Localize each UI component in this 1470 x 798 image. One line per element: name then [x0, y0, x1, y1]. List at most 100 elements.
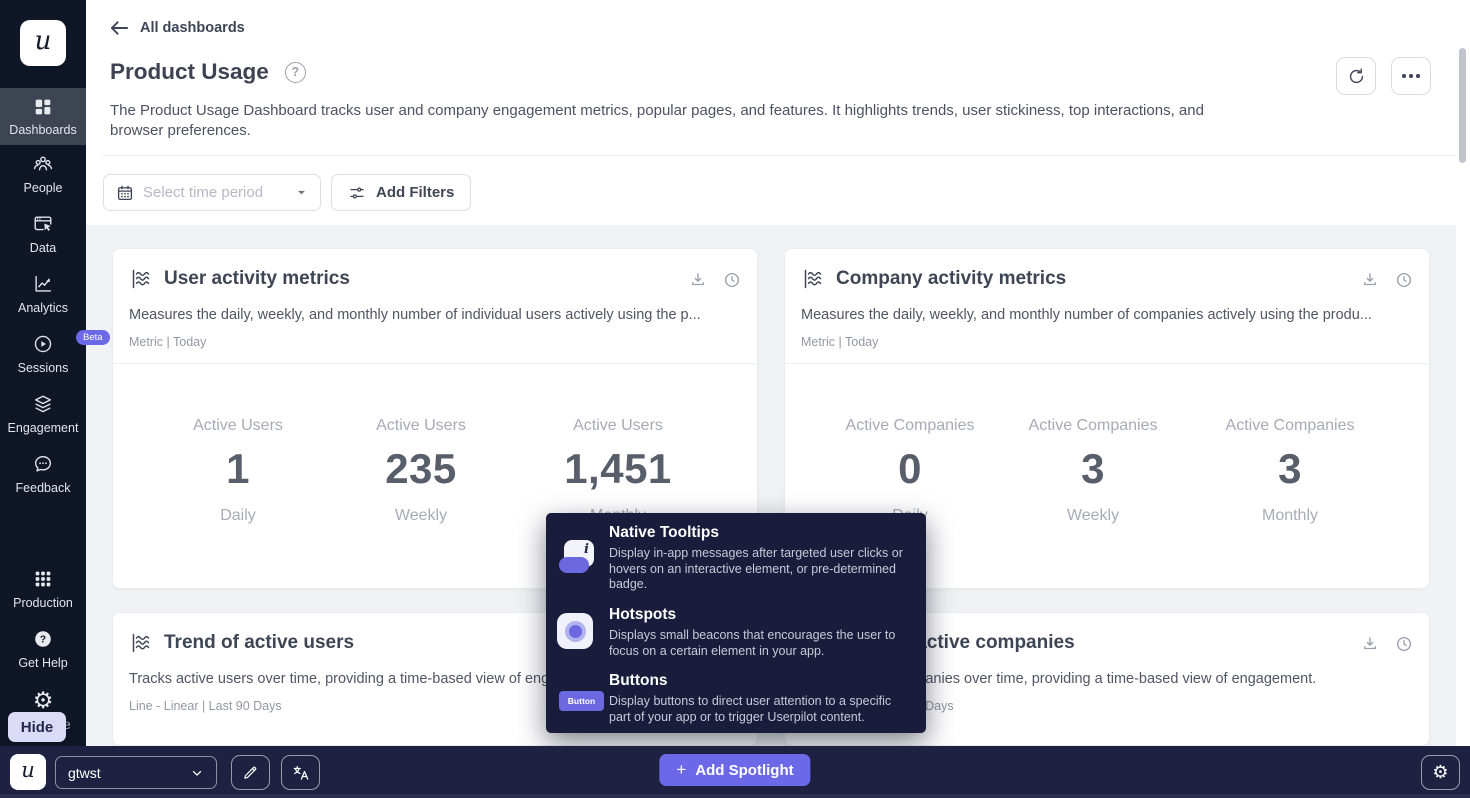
menu-item-title: Hotspots [609, 606, 914, 624]
clock-icon[interactable] [1395, 271, 1413, 289]
people-icon [32, 153, 54, 175]
add-filters-label: Add Filters [376, 184, 454, 201]
sidebar-item-production[interactable]: Production [0, 568, 86, 610]
back-link-label: All dashboards [140, 20, 245, 36]
card-title: Trend of active users [164, 632, 354, 654]
metric-value: 3 [993, 445, 1193, 493]
menu-item-hotspots[interactable]: Hotspots Displays small beacons that enc… [609, 606, 914, 659]
metric-waves-icon [801, 267, 825, 291]
metric-monthly-active-companies: Active Companies 3 Monthly [1190, 417, 1390, 525]
download-icon[interactable] [689, 271, 707, 289]
metric-label: Active Companies [810, 417, 1010, 435]
metric-waves-icon [129, 267, 153, 291]
sidebar-item-data[interactable]: Data [0, 213, 86, 255]
card-description: Measures the daily, weekly, and monthly … [801, 307, 1413, 323]
add-spotlight-button[interactable]: + Add Spotlight [659, 754, 810, 786]
userpilot-logo-small[interactable]: u [10, 754, 46, 790]
sidebar-item-label: Engagement [8, 421, 79, 435]
metric-daily-active-companies: Active Companies 0 Daily [810, 417, 1010, 525]
layers-icon [32, 393, 54, 415]
calendar-icon [116, 184, 134, 202]
refresh-button[interactable] [1336, 57, 1376, 95]
clock-icon[interactable] [1395, 635, 1413, 653]
metric-monthly-active-users: Active Users 1,451 Monthly [518, 417, 718, 525]
sidebar-item-label: Analytics [18, 301, 68, 315]
sidebar-item-label: Get Help [18, 656, 67, 670]
ellipsis-icon [1402, 74, 1420, 78]
metric-daily-active-users: Active Users 1 Daily [138, 417, 338, 525]
gear-icon: ⚙ [33, 690, 54, 712]
builder-settings-button[interactable]: ⚙ [1421, 755, 1460, 790]
menu-item-description: Displays small beacons that encourages t… [609, 628, 914, 659]
metric-label: Active Users [518, 417, 718, 435]
card-title: Company activity metrics [836, 268, 1066, 290]
sidebar-item-analytics[interactable]: Analytics [0, 273, 86, 315]
sidebar-item-sessions[interactable]: Beta Sessions [0, 333, 86, 375]
apps-grid-icon [32, 568, 54, 590]
menu-item-buttons[interactable]: Buttons Display buttons to direct user a… [609, 672, 914, 725]
back-to-all-dashboards[interactable]: All dashboards [110, 20, 245, 36]
hotspot-icon [557, 613, 593, 649]
sidebar-item-label: People [24, 181, 63, 195]
dashboard-grid-icon [32, 96, 54, 118]
sidebar-item-get-help[interactable]: ? Get Help [0, 628, 86, 670]
native-tooltip-icon: i [559, 540, 597, 576]
add-filters-button[interactable]: Add Filters [331, 174, 471, 211]
userpilot-logo[interactable]: u [20, 20, 66, 66]
clock-icon[interactable] [723, 271, 741, 289]
download-icon[interactable] [1361, 635, 1379, 653]
flow-select-value: gtwst [68, 765, 101, 781]
metric-period: Daily [138, 507, 338, 525]
sidebar-item-people[interactable]: People [0, 153, 86, 195]
download-icon[interactable] [1361, 271, 1379, 289]
analytics-chart-icon [32, 273, 54, 295]
sidebar-item-engagement[interactable]: Engagement [0, 393, 86, 435]
time-period-select[interactable]: Select time period [103, 174, 321, 211]
metric-label: Active Companies [1190, 417, 1390, 435]
more-options-button[interactable] [1391, 57, 1431, 95]
translate-button[interactable] [281, 755, 320, 790]
hide-sidebar-button[interactable]: Hide [8, 712, 66, 742]
dashboard-description: The Product Usage Dashboard tracks user … [110, 101, 1250, 141]
help-icon[interactable]: ? [285, 62, 306, 83]
time-period-placeholder: Select time period [143, 184, 263, 201]
svg-text:?: ? [40, 635, 46, 646]
card-meta: Metric | Today [801, 335, 878, 349]
metric-label: Active Users [321, 417, 521, 435]
logo-letter: u [35, 28, 52, 58]
flow-select[interactable]: gtwst [55, 756, 217, 789]
menu-item-title: Native Tooltips [609, 524, 914, 542]
metric-period: Monthly [1190, 507, 1390, 525]
menu-item-description: Display in-app messages after targeted u… [609, 546, 914, 593]
sessions-play-icon: Beta [32, 333, 54, 355]
card-description: Measures the daily, weekly, and monthly … [129, 307, 741, 323]
sidebar-item-dashboards[interactable]: Dashboards [0, 88, 86, 145]
metric-value: 1,451 [518, 445, 718, 493]
sidebar-item-label: Feedback [16, 481, 71, 495]
metric-value: 1 [138, 445, 338, 493]
card-meta: Metric | Today [129, 335, 206, 349]
menu-item-native-tooltips[interactable]: Native Tooltips Display in-app messages … [609, 524, 914, 593]
plus-icon: + [676, 760, 686, 780]
card-divider [785, 363, 1429, 364]
gear-icon: ⚙ [1432, 764, 1448, 782]
edit-button[interactable] [231, 755, 270, 790]
beta-badge: Beta [76, 330, 110, 345]
card-divider [113, 363, 757, 364]
filters-sliders-icon [348, 184, 366, 202]
metric-value: 3 [1190, 445, 1390, 493]
sidebar-item-settings[interactable]: ⚙ [0, 690, 86, 712]
chevron-down-icon [295, 186, 308, 199]
feedback-bubble-icon [32, 453, 54, 475]
sidebar-item-feedback[interactable]: Feedback [0, 453, 86, 495]
refresh-icon [1347, 67, 1366, 86]
back-arrow-icon [110, 20, 129, 36]
sidebar-item-label: Production [13, 596, 73, 610]
translate-icon [292, 764, 310, 782]
page-title: Product Usage [110, 59, 269, 85]
sidebar-item-label: Sessions [18, 361, 69, 375]
metric-period: Weekly [993, 507, 1193, 525]
metric-value: 0 [810, 445, 1010, 493]
metric-label: Active Users [138, 417, 338, 435]
scrollbar[interactable] [1459, 48, 1466, 163]
